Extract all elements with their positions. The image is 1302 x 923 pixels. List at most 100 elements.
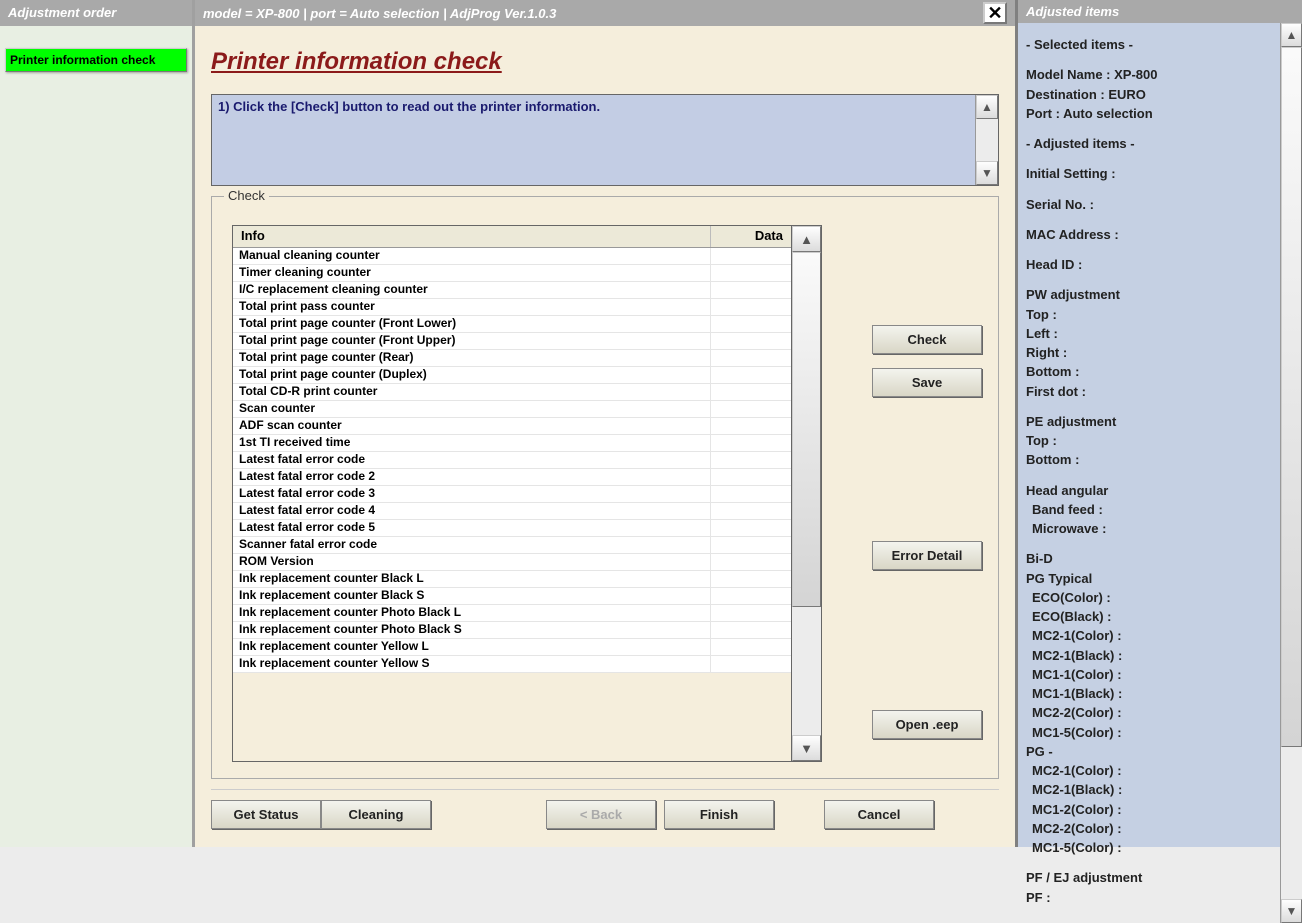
col-info: Info — [233, 226, 711, 247]
left-panel-header: Adjustment order — [0, 0, 192, 26]
back-button[interactable]: < Back — [546, 800, 656, 829]
table-row[interactable]: Total print page counter (Rear) — [233, 350, 791, 367]
table-row[interactable]: Total print page counter (Front Lower) — [233, 316, 791, 333]
open-eep-button[interactable]: Open .eep — [872, 710, 982, 739]
col-data: Data — [711, 226, 791, 247]
save-button[interactable]: Save — [872, 368, 982, 397]
pw-right: Right : — [1026, 345, 1272, 361]
instruction-box: 1) Click the [Check] button to read out … — [211, 94, 999, 186]
right-panel-body: - Selected items - Model Name : XP-800 D… — [1018, 23, 1280, 923]
cell-info: Manual cleaning counter — [233, 248, 711, 264]
cell-data — [711, 452, 791, 468]
cleaning-button[interactable]: Cleaning — [321, 800, 431, 829]
adjusted-items-header: - Adjusted items - — [1026, 136, 1272, 152]
instruction-scrollbar[interactable]: ▲ ▼ — [975, 95, 998, 185]
cell-data — [711, 418, 791, 434]
initial-setting: Initial Setting : — [1026, 166, 1272, 182]
table-row[interactable]: Latest fatal error code — [233, 452, 791, 469]
mc1-1-black: MC1-1(Black) : — [1026, 686, 1272, 702]
scroll-up-icon[interactable]: ▲ — [976, 95, 998, 119]
table-row[interactable]: Ink replacement counter Photo Black L — [233, 605, 791, 622]
cell-info: Latest fatal error code 5 — [233, 520, 711, 536]
pw-first-dot: First dot : — [1026, 384, 1272, 400]
cell-info: Ink replacement counter Black L — [233, 571, 711, 587]
cell-data — [711, 520, 791, 536]
scroll-down-icon[interactable]: ▼ — [976, 161, 998, 185]
serial-no: Serial No. : — [1026, 197, 1272, 213]
scroll-up-icon[interactable]: ▲ — [792, 226, 821, 252]
table-row[interactable]: Ink replacement counter Yellow L — [233, 639, 791, 656]
pg2-mc2-1-color: MC2-1(Color) : — [1026, 763, 1272, 779]
table-row[interactable]: Total print page counter (Duplex) — [233, 367, 791, 384]
error-detail-button[interactable]: Error Detail — [872, 541, 982, 570]
cell-info: Total print page counter (Duplex) — [233, 367, 711, 383]
center-panel: model = XP-800 | port = Auto selection |… — [192, 0, 1018, 847]
cell-data — [711, 316, 791, 332]
cancel-button[interactable]: Cancel — [824, 800, 934, 829]
table-row[interactable]: Total CD-R print counter — [233, 384, 791, 401]
pe-bottom: Bottom : — [1026, 452, 1272, 468]
cell-data — [711, 622, 791, 638]
cell-info: Total print pass counter — [233, 299, 711, 315]
pg2-mc1-5-color: MC1-5(Color) : — [1026, 840, 1272, 856]
close-button[interactable]: ✕ — [983, 2, 1007, 24]
cell-info: Latest fatal error code 4 — [233, 503, 711, 519]
right-panel-header: Adjusted items — [1018, 0, 1302, 23]
scroll-thumb[interactable] — [792, 252, 821, 607]
info-table: Info Data Manual cleaning counterTimer c… — [232, 225, 792, 762]
check-button[interactable]: Check — [872, 325, 982, 354]
table-row[interactable]: I/C replacement cleaning counter — [233, 282, 791, 299]
side-buttons: Check Save Error Detail Open .eep — [872, 225, 982, 762]
table-row[interactable]: Ink replacement counter Yellow S — [233, 656, 791, 673]
table-row[interactable]: Latest fatal error code 2 — [233, 469, 791, 486]
scroll-down-icon[interactable]: ▼ — [1281, 899, 1302, 923]
table-row[interactable]: Latest fatal error code 3 — [233, 486, 791, 503]
table-row[interactable]: Scan counter — [233, 401, 791, 418]
get-status-button[interactable]: Get Status — [211, 800, 321, 829]
page-title: Printer information check — [211, 48, 999, 76]
cell-data — [711, 333, 791, 349]
center-header-title: model = XP-800 | port = Auto selection |… — [203, 6, 556, 21]
pg2-mc1-2-color: MC1-2(Color) : — [1026, 802, 1272, 818]
cell-info: Latest fatal error code 2 — [233, 469, 711, 485]
table-row[interactable]: ROM Version — [233, 554, 791, 571]
table-row[interactable]: ADF scan counter — [233, 418, 791, 435]
band-feed: Band feed : — [1026, 502, 1272, 518]
cell-data — [711, 571, 791, 587]
table-header: Info Data — [233, 226, 791, 248]
finish-button[interactable]: Finish — [664, 800, 774, 829]
table-scrollbar[interactable]: ▲ ▼ — [792, 225, 822, 762]
table-row[interactable]: Ink replacement counter Black S — [233, 588, 791, 605]
cell-info: Ink replacement counter Yellow S — [233, 656, 711, 672]
cell-info: ADF scan counter — [233, 418, 711, 434]
right-scrollbar[interactable]: ▲ ▼ — [1280, 23, 1302, 923]
cell-info: Scanner fatal error code — [233, 537, 711, 553]
table-row[interactable]: Manual cleaning counter — [233, 248, 791, 265]
pe-adjustment: PE adjustment — [1026, 414, 1272, 430]
cell-info: Ink replacement counter Yellow L — [233, 639, 711, 655]
table-row[interactable]: Latest fatal error code 5 — [233, 520, 791, 537]
pg-dash: PG - — [1026, 744, 1272, 760]
cell-data — [711, 588, 791, 604]
table-area: Info Data Manual cleaning counterTimer c… — [232, 225, 832, 762]
cell-info: Scan counter — [233, 401, 711, 417]
port: Port : Auto selection — [1026, 106, 1272, 122]
center-body: Printer information check 1) Click the [… — [195, 26, 1015, 847]
table-row[interactable]: Ink replacement counter Black L — [233, 571, 791, 588]
table-row[interactable]: Total print pass counter — [233, 299, 791, 316]
bi-d: Bi-D — [1026, 551, 1272, 567]
table-row[interactable]: Total print page counter (Front Upper) — [233, 333, 791, 350]
table-row[interactable]: Timer cleaning counter — [233, 265, 791, 282]
cell-info: Total print page counter (Rear) — [233, 350, 711, 366]
table-row[interactable]: Scanner fatal error code — [233, 537, 791, 554]
pe-top: Top : — [1026, 433, 1272, 449]
adjustment-order-item[interactable]: Printer information check — [5, 48, 187, 72]
cell-info: Total print page counter (Front Lower) — [233, 316, 711, 332]
cell-data — [711, 503, 791, 519]
table-row[interactable]: Latest fatal error code 4 — [233, 503, 791, 520]
table-row[interactable]: 1st TI received time — [233, 435, 791, 452]
scroll-thumb[interactable] — [1281, 47, 1302, 747]
table-row[interactable]: Ink replacement counter Photo Black S — [233, 622, 791, 639]
scroll-up-icon[interactable]: ▲ — [1281, 23, 1302, 47]
scroll-down-icon[interactable]: ▼ — [792, 735, 821, 761]
